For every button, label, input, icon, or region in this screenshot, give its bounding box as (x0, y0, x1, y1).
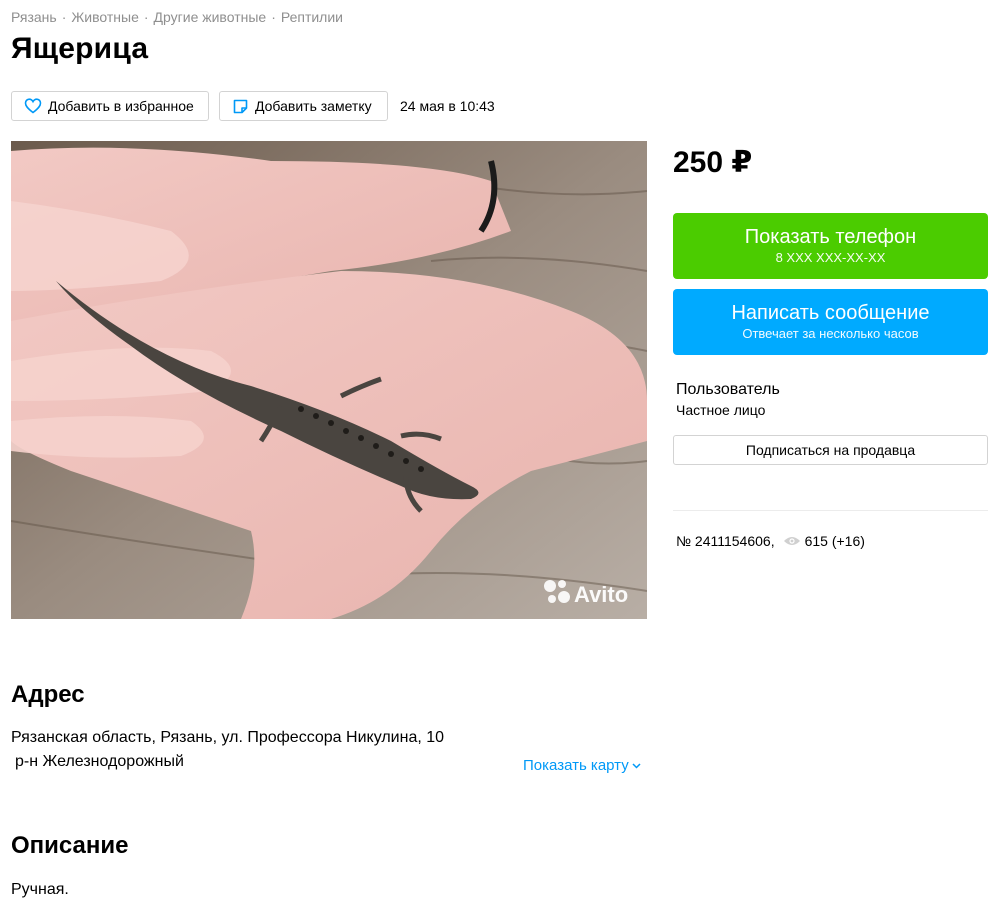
listing-meta: № 2411154606, 615 (+16) (676, 533, 865, 549)
price: 250 ₽ (673, 146, 753, 179)
add-to-favorites-label: Добавить в избранное (48, 98, 194, 114)
breadcrumb-city[interactable]: Рязань (11, 9, 57, 25)
eye-icon (783, 537, 800, 545)
add-note-button[interactable]: Добавить заметку (219, 91, 388, 121)
listing-actions: Добавить в избранное Добавить заметку 24… (11, 91, 495, 121)
views-count: 615 (+16) (783, 533, 865, 549)
phone-number-masked: 8 XXX XXX-XX-XX (775, 250, 886, 265)
show-map-link[interactable]: Показать карту (523, 757, 641, 774)
description-title: Описание (11, 832, 129, 859)
show-map-label: Показать карту (523, 757, 629, 774)
add-to-favorites-button[interactable]: Добавить в избранное (11, 91, 209, 121)
breadcrumb-reptiles[interactable]: Рептилии (281, 9, 343, 25)
publish-date: 24 мая в 10:43 (400, 98, 495, 114)
write-message-button[interactable]: Написать сообщение Отвечает за несколько… (673, 289, 988, 355)
note-icon (233, 99, 248, 113)
divider (673, 510, 988, 511)
breadcrumb-animals[interactable]: Животные (71, 9, 139, 25)
listing-photo[interactable]: Avito (11, 141, 647, 619)
avito-watermark-text: Avito (574, 582, 628, 607)
add-note-label: Добавить заметку (255, 98, 372, 114)
district-text: р-н Железнодорожный (15, 753, 184, 770)
write-message-label: Написать сообщение (731, 302, 930, 324)
seller-name[interactable]: Пользователь (676, 381, 780, 399)
address-text: Рязанская область, Рязань, ул. Профессор… (11, 729, 445, 746)
breadcrumb-separator: · (61, 9, 67, 25)
address-title: Адрес (11, 681, 85, 708)
show-phone-label: Показать телефон (744, 226, 917, 248)
show-phone-button[interactable]: Показать телефон 8 XXX XXX-XX-XX (673, 213, 988, 279)
response-time: Отвечает за несколько часов (742, 326, 919, 341)
chevron-down-icon (632, 762, 641, 769)
breadcrumb-separator: · (271, 9, 276, 25)
heart-icon (24, 98, 42, 114)
breadcrumb-other-animals[interactable]: Другие животные (154, 9, 267, 25)
breadcrumb-separator: · (143, 9, 149, 25)
breadcrumb: Рязань · Животные · Другие животные · Ре… (11, 9, 343, 25)
page-title: Ящерица (11, 32, 149, 65)
listing-number: № 2411154606, (676, 533, 775, 549)
views-value: 615 (+16) (804, 533, 865, 549)
description-text: Ручная. (11, 881, 69, 898)
seller-type: Частное лицо (676, 402, 766, 418)
subscribe-seller-button[interactable]: Подписаться на продавца (673, 435, 988, 465)
